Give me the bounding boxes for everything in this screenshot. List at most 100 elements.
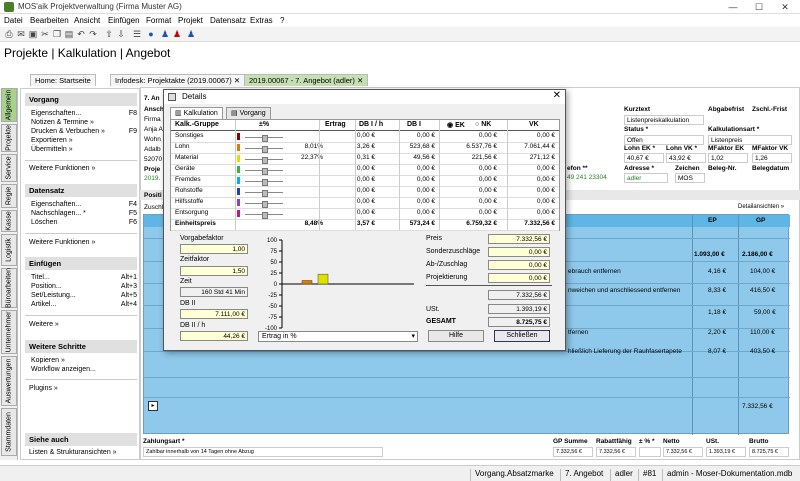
schliessen-button[interactable]: Schließen bbox=[494, 330, 550, 342]
vorgang-notizen[interactable]: Notizen & Termine » bbox=[31, 119, 137, 126]
close-icon[interactable]: ✕ bbox=[357, 76, 363, 85]
vorgang-eigenschaften[interactable]: Eigenschaften... F8 bbox=[31, 110, 137, 117]
prozent-slider[interactable] bbox=[245, 190, 283, 197]
prozent-slider[interactable] bbox=[245, 157, 283, 164]
vtab-regie[interactable]: Regie bbox=[1, 184, 17, 208]
schritte-kopieren[interactable]: Kopieren » bbox=[31, 357, 137, 364]
menu-projekt[interactable]: Projekt bbox=[178, 16, 203, 25]
value-telefon[interactable]: 49 241 23304 bbox=[567, 174, 607, 181]
tab-kalkulation[interactable]: ▥ Kalkulation bbox=[170, 107, 223, 119]
siehe-listen[interactable]: Listen & Strukturansichten » bbox=[29, 449, 135, 456]
datensatz-eigenschaften[interactable]: Eigenschaften... F4 bbox=[31, 201, 137, 208]
menu-help[interactable]: ? bbox=[280, 16, 284, 25]
prozent-slider[interactable] bbox=[245, 179, 283, 186]
gp-summe-field[interactable]: 7.332,56 € bbox=[553, 447, 593, 457]
ust-field[interactable]: 1.393,19 € bbox=[706, 447, 746, 457]
schritte-workflow[interactable]: Workflow anzeigen... bbox=[31, 366, 137, 373]
prozent-slider[interactable] bbox=[245, 201, 283, 208]
user-blue-icon[interactable]: ● bbox=[146, 29, 156, 39]
ab-zuschlag-field[interactable]: 0,00 € bbox=[488, 260, 550, 270]
vtab-allgemein[interactable]: Allgemein bbox=[1, 88, 17, 122]
chart-type-select[interactable]: Ertrag in % ▾ bbox=[258, 331, 418, 342]
sonderzuschlaege-field[interactable]: 0,00 € bbox=[488, 247, 550, 257]
tab-angebot[interactable]: 2019.00067 - 7. Angebot (adler) ✕ bbox=[244, 74, 369, 86]
prozent-slider[interactable] bbox=[245, 212, 283, 219]
zeichen-field[interactable]: MOS bbox=[675, 173, 705, 183]
menu-format[interactable]: Format bbox=[146, 16, 171, 25]
maximize-button[interactable]: ☐ bbox=[746, 0, 772, 14]
arrow-down-icon[interactable]: ⇩ bbox=[116, 29, 126, 39]
print-icon[interactable]: ⎙ bbox=[4, 29, 14, 39]
einfuegen-titel[interactable]: Titel... Alt+1 bbox=[31, 274, 137, 281]
user-add-icon[interactable]: ♟ bbox=[160, 29, 170, 39]
brutto-field[interactable]: 8.725,75 € bbox=[749, 447, 789, 457]
vorgang-exportieren[interactable]: Exportieren » bbox=[31, 137, 137, 144]
redo-icon[interactable]: ↷ bbox=[88, 29, 98, 39]
netto-field[interactable]: 7.332,56 € bbox=[663, 447, 703, 457]
vtab-stammdaten[interactable]: Stammdaten bbox=[1, 408, 17, 456]
menu-datensatz[interactable]: Datensatz bbox=[210, 16, 246, 25]
vtab-kasse[interactable]: Kasse bbox=[1, 210, 17, 232]
tab-infodesk[interactable]: Infodesk: Projektakte (2019.00067) ✕ bbox=[110, 74, 246, 86]
undo-icon[interactable]: ↶ bbox=[76, 29, 86, 39]
db2h-field[interactable]: 44,26 € bbox=[180, 331, 248, 341]
menu-ansicht[interactable]: Ansicht bbox=[74, 16, 100, 25]
vtab-auswertungen[interactable]: Auswertungen bbox=[1, 356, 17, 406]
current-row-indicator[interactable]: ▸ bbox=[148, 401, 158, 411]
menu-bearbeiten[interactable]: Bearbeiten bbox=[30, 16, 69, 25]
tab-vorgang[interactable]: ▤ Vorgang bbox=[226, 107, 271, 119]
menu-datei[interactable]: Datei bbox=[4, 16, 23, 25]
minimize-button[interactable]: — bbox=[720, 0, 746, 14]
lohn-ek-field[interactable]: 40,67 € bbox=[624, 153, 664, 163]
lohn-vk-field[interactable]: 43,92 € bbox=[666, 153, 706, 163]
prozent-field[interactable] bbox=[639, 447, 661, 457]
save-icon[interactable]: ▣ bbox=[28, 29, 38, 39]
einfuegen-artikel[interactable]: Artikel... Alt+4 bbox=[31, 301, 137, 308]
rabattfaehig-field[interactable]: 7.332,56 € bbox=[596, 447, 636, 457]
einfuegen-position[interactable]: Position... Alt+3 bbox=[31, 283, 137, 290]
vorgang-drucken[interactable]: Drucken & Verbuchen » F9 bbox=[31, 128, 137, 135]
mfaktor-ek-field[interactable]: 1,02 bbox=[708, 153, 748, 163]
list-icon[interactable]: ☰ bbox=[132, 29, 142, 39]
col-ek[interactable]: ◉ EK bbox=[447, 121, 465, 129]
cut-icon[interactable]: ✂ bbox=[40, 29, 50, 39]
vorgang-weitere[interactable]: Weitere Funktionen » bbox=[29, 165, 135, 172]
menu-einfuegen[interactable]: Einfügen bbox=[108, 16, 140, 25]
db2-field[interactable]: 7.111,00 € bbox=[180, 309, 248, 319]
arrow-up-icon[interactable]: ⇧ bbox=[104, 29, 114, 39]
menu-extras[interactable]: Extras bbox=[250, 16, 273, 25]
schritte-plugins[interactable]: Plugins » bbox=[29, 385, 135, 392]
vtab-bueroarbeiten[interactable]: Büroarbeiten bbox=[1, 268, 17, 308]
user-red-icon[interactable]: ♟ bbox=[172, 29, 182, 39]
preis-field[interactable]: 7.332,56 € bbox=[488, 234, 550, 244]
projektierung-field[interactable]: 0,00 € bbox=[488, 273, 550, 283]
vorgang-uebermitteln[interactable]: Übermitteln » bbox=[31, 146, 137, 153]
datensatz-nachschlagen[interactable]: Nachschlagen... * F5 bbox=[31, 210, 137, 217]
paste-icon[interactable]: ▤ bbox=[64, 29, 74, 39]
datensatz-loeschen[interactable]: Löschen F6 bbox=[31, 219, 137, 226]
zeitfaktor-field[interactable]: 1,50 bbox=[180, 266, 248, 276]
group-icon[interactable]: ♟ bbox=[186, 29, 196, 39]
hilfe-button[interactable]: Hilfe bbox=[428, 330, 484, 342]
vtab-logistik[interactable]: Logistik bbox=[1, 234, 17, 266]
mail-icon[interactable]: ✉ bbox=[16, 29, 26, 39]
vorgabefaktor-field[interactable]: 1,00 bbox=[180, 244, 248, 254]
vtab-unternehmer[interactable]: Unternehmer bbox=[1, 310, 17, 354]
adresse-field[interactable]: adler bbox=[624, 173, 668, 183]
close-button[interactable]: ✕ bbox=[772, 0, 798, 14]
datensatz-weitere[interactable]: Weitere Funktionen » bbox=[29, 239, 135, 246]
col-nk[interactable]: ○ NK bbox=[475, 121, 491, 128]
prozent-slider[interactable] bbox=[245, 135, 283, 142]
copy-icon[interactable]: ❐ bbox=[52, 29, 62, 39]
dialog-close-icon[interactable]: ✕ bbox=[553, 90, 561, 101]
kalkulationsart-field[interactable]: Listenpreis bbox=[708, 135, 792, 145]
close-icon[interactable]: ✕ bbox=[234, 76, 240, 85]
tab-home[interactable]: Home: Startseite bbox=[30, 74, 96, 86]
vtab-service[interactable]: Service bbox=[1, 154, 17, 182]
einfuegen-set[interactable]: Set/Leistung... Alt+5 bbox=[31, 292, 137, 299]
detailansichten-link[interactable]: Detailansichten » bbox=[738, 204, 784, 210]
mfaktor-vk-field[interactable]: 1,26 bbox=[752, 153, 792, 163]
prozent-slider[interactable] bbox=[245, 146, 283, 153]
vtab-projekte[interactable]: Projekte bbox=[1, 124, 17, 152]
prozent-slider[interactable] bbox=[245, 168, 283, 175]
